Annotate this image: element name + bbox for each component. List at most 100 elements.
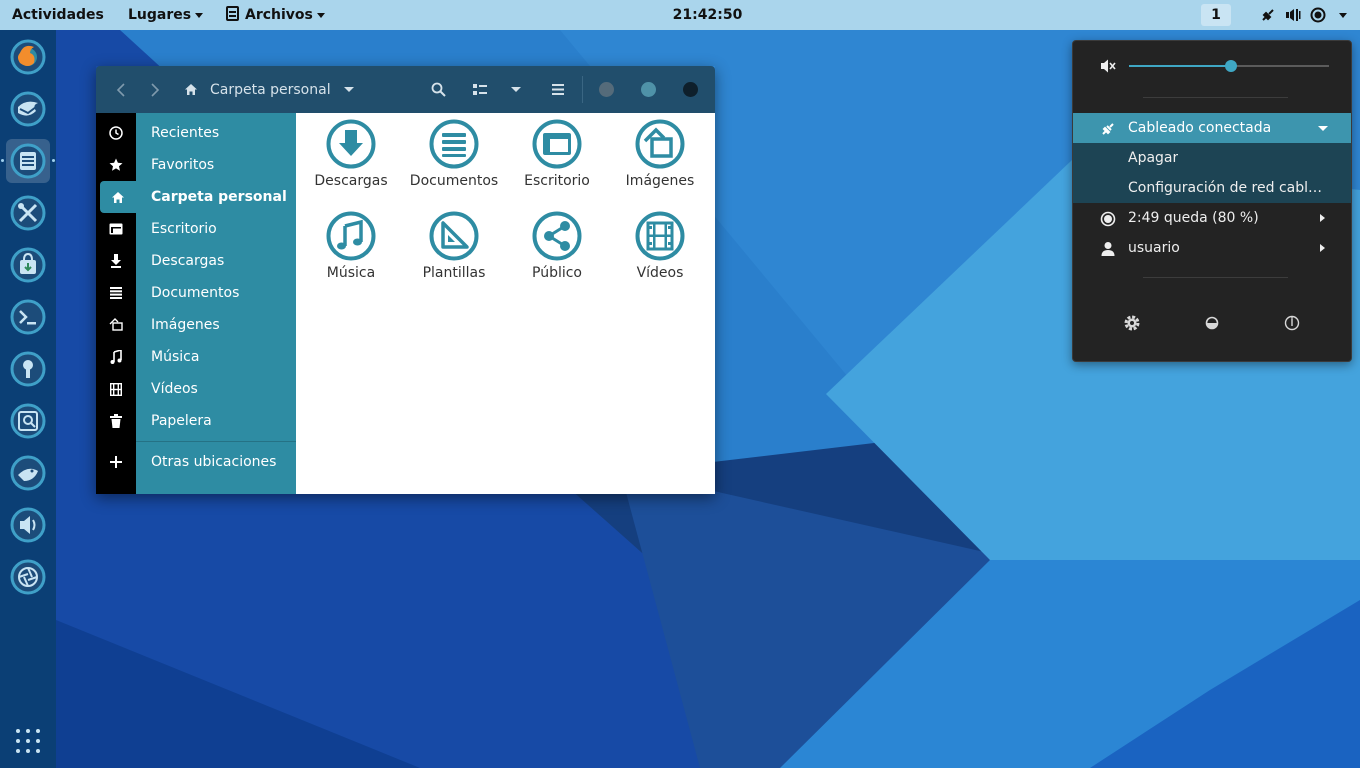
video-icon bbox=[96, 373, 136, 405]
folder-label: Descargas bbox=[314, 173, 388, 189]
chevron-down-icon bbox=[343, 87, 354, 92]
lock-orientation-icon[interactable] bbox=[1200, 311, 1224, 335]
network-wired-item[interactable]: Cableado conectada bbox=[1073, 113, 1351, 143]
desktop-folder-icon bbox=[532, 119, 582, 169]
folder-label: Plantillas bbox=[422, 265, 486, 281]
folder-item[interactable]: Música bbox=[301, 211, 401, 281]
chevron-right-icon bbox=[151, 82, 160, 97]
dock-tools[interactable] bbox=[6, 191, 50, 235]
documents-folder-icon bbox=[429, 119, 479, 169]
header-bar: Carpeta personal bbox=[96, 66, 715, 113]
user-label: usuario bbox=[1128, 240, 1180, 256]
view-mode-button[interactable] bbox=[466, 66, 494, 113]
battery-label: 2:49 queda (80 %) bbox=[1128, 210, 1259, 226]
search-button[interactable] bbox=[424, 66, 452, 113]
network-label: Cableado conectada bbox=[1128, 120, 1272, 136]
volume-slider[interactable] bbox=[1129, 60, 1329, 72]
sidebar-item-label: Imágenes bbox=[151, 317, 220, 333]
thunderbird-icon bbox=[10, 91, 46, 127]
templates-folder-icon bbox=[429, 211, 479, 261]
user-item[interactable]: usuario bbox=[1073, 233, 1351, 263]
music-folder-icon bbox=[326, 211, 376, 261]
sound-icon bbox=[10, 507, 46, 543]
sidebar-item-label: Otras ubicaciones bbox=[151, 454, 277, 470]
sidebar-item-label: Papelera bbox=[151, 413, 212, 429]
dock-camera[interactable] bbox=[6, 555, 50, 599]
dock-software[interactable] bbox=[6, 243, 50, 287]
folder-item[interactable]: Imágenes bbox=[610, 119, 710, 189]
status-area[interactable] bbox=[1255, 0, 1350, 30]
dock-firefox[interactable] bbox=[6, 35, 50, 79]
chevron-down-icon bbox=[1318, 126, 1328, 131]
tweaks-icon bbox=[10, 455, 46, 491]
dock bbox=[0, 30, 56, 768]
workspace-indicator[interactable]: 1 bbox=[1201, 4, 1231, 26]
sidebar-item-videos[interactable]: Vídeos bbox=[96, 373, 296, 405]
sidebar-item-other-locations[interactable]: Otras ubicaciones bbox=[96, 446, 296, 478]
folder-label: Vídeos bbox=[636, 265, 684, 281]
folder-item[interactable]: Público bbox=[507, 211, 607, 281]
home-icon bbox=[185, 84, 197, 95]
dock-thunderbird[interactable] bbox=[6, 87, 50, 131]
volume-icon bbox=[1286, 9, 1301, 21]
network-settings-item[interactable]: Configuración de red cableada bbox=[1073, 173, 1351, 203]
sidebar-item-favorites[interactable]: Favoritos bbox=[96, 149, 296, 181]
sidebar-item-label: Documentos bbox=[151, 285, 240, 301]
maximize-button[interactable] bbox=[641, 82, 656, 97]
dock-tweaks[interactable] bbox=[6, 451, 50, 495]
volume-muted-icon[interactable] bbox=[1100, 58, 1116, 74]
user-icon bbox=[1101, 242, 1115, 256]
path-bar[interactable]: Carpeta personal bbox=[184, 66, 364, 113]
minimize-button[interactable] bbox=[599, 82, 614, 97]
sidebar-separator bbox=[136, 441, 296, 442]
sidebar-item-downloads[interactable]: Descargas bbox=[96, 245, 296, 277]
volume-row bbox=[1073, 49, 1353, 83]
sidebar-item-recents[interactable]: Recientes bbox=[96, 117, 296, 149]
network-wired-icon bbox=[1102, 123, 1114, 135]
sidebar-item-home[interactable]: Carpeta personal bbox=[100, 181, 300, 213]
grid-icon[interactable] bbox=[14, 727, 42, 755]
folder-item[interactable]: Documentos bbox=[404, 119, 504, 189]
search-icon bbox=[431, 82, 446, 97]
home-icon bbox=[100, 181, 136, 213]
volume-slider-handle[interactable] bbox=[1225, 60, 1237, 72]
forward-button[interactable] bbox=[142, 66, 168, 113]
desktop-icon bbox=[96, 213, 136, 245]
sidebar-item-documents[interactable]: Documentos bbox=[96, 277, 296, 309]
dock-sound[interactable] bbox=[6, 503, 50, 547]
files-window: Carpeta personal Recientes Favoritos Car… bbox=[96, 66, 715, 494]
network-off-item[interactable]: Apagar bbox=[1073, 143, 1351, 173]
folder-label: Escritorio bbox=[524, 173, 590, 189]
star-icon bbox=[96, 149, 136, 181]
sidebar-item-pictures[interactable]: Imágenes bbox=[96, 309, 296, 341]
folder-item[interactable]: Vídeos bbox=[610, 211, 710, 281]
back-button[interactable] bbox=[108, 66, 134, 113]
dock-image-viewer[interactable] bbox=[6, 399, 50, 443]
power-icon[interactable] bbox=[1280, 311, 1304, 335]
clock[interactable]: 21:42:50 bbox=[0, 0, 1360, 30]
music-icon bbox=[96, 341, 136, 373]
dock-files[interactable] bbox=[1, 139, 55, 183]
sidebar-item-label: Recientes bbox=[151, 125, 220, 141]
sidebar-item-desktop[interactable]: Escritorio bbox=[96, 213, 296, 245]
folder-item[interactable]: Plantillas bbox=[404, 211, 504, 281]
terminal-icon bbox=[10, 299, 46, 335]
menu-button[interactable] bbox=[544, 66, 572, 113]
dock-passwords[interactable] bbox=[6, 347, 50, 391]
battery-item[interactable]: 2:49 queda (80 %) bbox=[1073, 203, 1351, 233]
close-button[interactable] bbox=[683, 82, 698, 97]
running-indicator bbox=[1, 159, 4, 162]
battery-icon bbox=[1100, 211, 1116, 227]
folder-item[interactable]: Escritorio bbox=[507, 119, 607, 189]
clock-icon bbox=[96, 117, 136, 149]
list-view-icon bbox=[473, 83, 487, 95]
sidebar-item-trash[interactable]: Papelera bbox=[96, 405, 296, 437]
chevron-down-icon bbox=[511, 87, 521, 92]
dock-terminal[interactable] bbox=[6, 295, 50, 339]
folder-item[interactable]: Descargas bbox=[301, 119, 401, 189]
view-options-button[interactable] bbox=[502, 66, 530, 113]
chevron-right-icon bbox=[1320, 244, 1325, 252]
battery-icon bbox=[1310, 7, 1326, 23]
sidebar-item-music[interactable]: Música bbox=[96, 341, 296, 373]
settings-icon[interactable] bbox=[1120, 311, 1144, 335]
